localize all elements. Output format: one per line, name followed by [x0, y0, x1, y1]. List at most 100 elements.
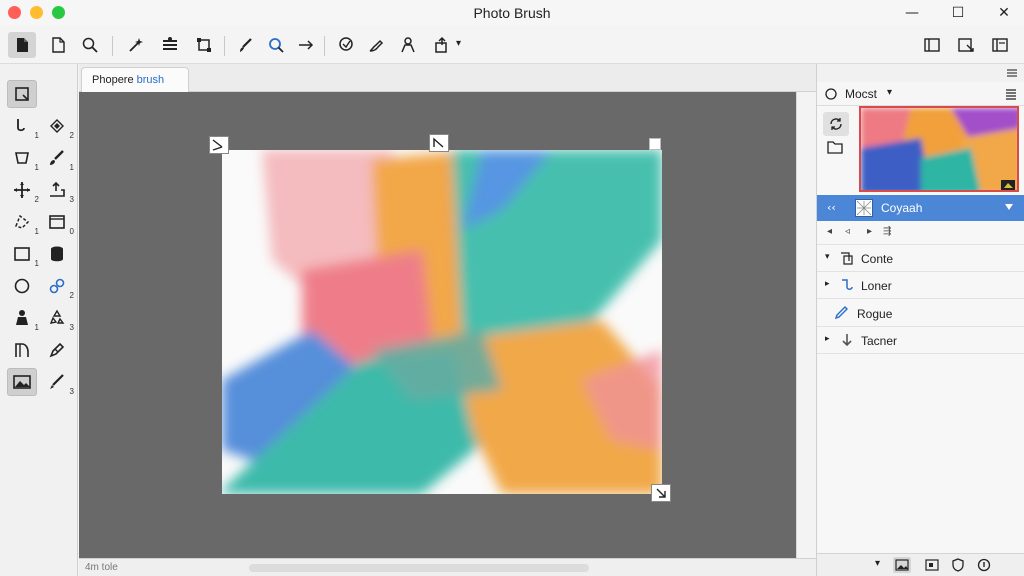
panel-menu-strip: [817, 64, 1024, 82]
zoom-icon[interactable]: [76, 32, 104, 58]
close-button[interactable]: ✕: [992, 3, 1016, 23]
prev-layer-button[interactable]: ◃: [845, 226, 850, 237]
sync-icon[interactable]: [823, 112, 849, 136]
status-bar: 4m tole: [79, 558, 816, 576]
search-brush-icon[interactable]: [262, 32, 290, 58]
arch-tool[interactable]: [7, 336, 37, 364]
lasso-icon[interactable]: [332, 32, 360, 58]
move-tool[interactable]: 2: [7, 176, 39, 204]
export-dropdown-caret[interactable]: ▾: [456, 38, 461, 49]
frame-tool[interactable]: 0: [42, 208, 74, 236]
chevron-down-icon[interactable]: ▾: [875, 558, 880, 569]
document-tab-label: Phopere: [92, 74, 137, 86]
pen-icon[interactable]: [362, 32, 390, 58]
horizontal-scrollbar[interactable]: [249, 564, 589, 572]
pattern-tool[interactable]: 2: [42, 112, 74, 140]
hook-tool[interactable]: 1: [7, 112, 39, 140]
layer-options-icon[interactable]: [1005, 204, 1013, 212]
layer-nav-row: ◂ ◃ ▸ ⇶: [817, 221, 1024, 245]
panel-menu-icon[interactable]: [1007, 69, 1017, 77]
status-text: 4m tole: [85, 562, 118, 573]
figure-tool[interactable]: 1: [7, 304, 39, 332]
chevron-down-icon[interactable]: ▾: [887, 87, 892, 98]
arrow-down-icon: [842, 334, 852, 347]
layer-row-label: Loner: [861, 279, 892, 293]
export-icon[interactable]: [428, 32, 456, 58]
transform-handle-top-right[interactable]: [649, 138, 661, 150]
transform-handle-top-left[interactable]: [209, 136, 229, 154]
last-layer-button[interactable]: ⇶: [883, 226, 891, 237]
cylinder-tool[interactable]: [42, 240, 72, 268]
layer-preview-thumbnail[interactable]: [859, 106, 1019, 192]
collapse-arrows-icon[interactable]: ‹‹: [827, 201, 836, 214]
new-document-icon[interactable]: [8, 32, 36, 58]
tool-badge: 1: [34, 131, 39, 140]
layer-row-label: Conte: [861, 252, 894, 266]
active-layer-row[interactable]: ‹‹ Coyaah: [817, 195, 1024, 221]
window-title: Photo Brush: [473, 5, 551, 21]
panel-left-icon[interactable]: [918, 32, 946, 58]
layer-row-content[interactable]: ▾ Conte: [817, 245, 1024, 272]
layer-row-loner[interactable]: ▸ Loner: [817, 272, 1024, 299]
pencil-icon: [834, 306, 848, 320]
vertical-scrollbar[interactable]: [796, 92, 816, 558]
panel-mode-label[interactable]: Mocst: [845, 87, 877, 101]
info-icon[interactable]: [975, 557, 993, 573]
arrow-icon[interactable]: [292, 32, 320, 58]
transform-handle-top[interactable]: [429, 134, 449, 152]
eyedropper-tool[interactable]: [42, 336, 72, 364]
link-tool[interactable]: 2: [42, 272, 74, 300]
maximize-button[interactable]: ☐: [946, 3, 970, 23]
ellipse-tool[interactable]: [7, 272, 37, 300]
paintbrush-tool[interactable]: 1: [42, 144, 74, 172]
polygon-tool[interactable]: 1: [7, 208, 39, 236]
magic-wand-icon[interactable]: [122, 32, 150, 58]
chevron-right-icon[interactable]: ▸: [825, 334, 830, 344]
levels-icon[interactable]: [156, 32, 184, 58]
minimize-button[interactable]: —: [900, 3, 924, 23]
lasso-tool[interactable]: 1: [7, 144, 39, 172]
tool-badge: 1: [69, 163, 74, 172]
crop-icon[interactable]: [952, 32, 980, 58]
recycle-tool[interactable]: 3: [42, 304, 74, 332]
tool-badge: 1: [34, 163, 39, 172]
layer-row-label: Tacner: [861, 334, 898, 348]
person-icon[interactable]: [394, 32, 422, 58]
chevron-right-icon[interactable]: ▸: [825, 279, 830, 289]
panel-right-icon[interactable]: [986, 32, 1014, 58]
layer-row-rogue[interactable]: Rogue: [817, 300, 1024, 327]
document-tab[interactable]: Phopere brush: [81, 67, 189, 92]
layer-row-label: Rogue: [857, 307, 893, 321]
canvas-area[interactable]: [79, 92, 796, 558]
list-icon[interactable]: [1005, 88, 1017, 100]
hook-icon: [842, 279, 853, 290]
pencil-tool[interactable]: 3: [42, 368, 74, 396]
image-tool[interactable]: [7, 368, 37, 396]
artwork-canvas[interactable]: [222, 150, 662, 494]
next-layer-button[interactable]: ▸: [867, 226, 872, 237]
tool-badge: 3: [69, 387, 74, 396]
open-document-icon[interactable]: [44, 32, 72, 58]
tools-panel: 1 2 1 1 2 3 1 0 1 2 1 3 3: [0, 64, 78, 576]
mode-circle-icon[interactable]: [825, 88, 837, 100]
layer-thumb-icon: [855, 199, 873, 217]
rectangle-tool[interactable]: 1: [7, 240, 39, 268]
panel-header: Mocst ▾: [817, 82, 1024, 106]
brush-icon[interactable]: [232, 32, 260, 58]
chevron-down-icon[interactable]: ▾: [825, 252, 830, 262]
mask-icon[interactable]: [923, 557, 941, 573]
transform-handle-bottom-right[interactable]: [651, 484, 671, 502]
tool-badge: 3: [69, 323, 74, 332]
folder-icon[interactable]: [827, 140, 843, 159]
first-layer-button[interactable]: ◂: [827, 226, 832, 237]
image-layer-icon[interactable]: [893, 557, 911, 573]
select-tool[interactable]: [7, 80, 37, 108]
stamp-tool[interactable]: 3: [42, 176, 74, 204]
tool-badge: 2: [69, 131, 74, 140]
tool-badge: 3: [69, 195, 74, 204]
panel-footer: ▾: [817, 553, 1024, 576]
shield-icon[interactable]: [949, 557, 967, 573]
transform-icon[interactable]: [190, 32, 218, 58]
layer-row-tacner[interactable]: ▸ Tacner: [817, 327, 1024, 354]
tool-badge: 1: [34, 259, 39, 268]
